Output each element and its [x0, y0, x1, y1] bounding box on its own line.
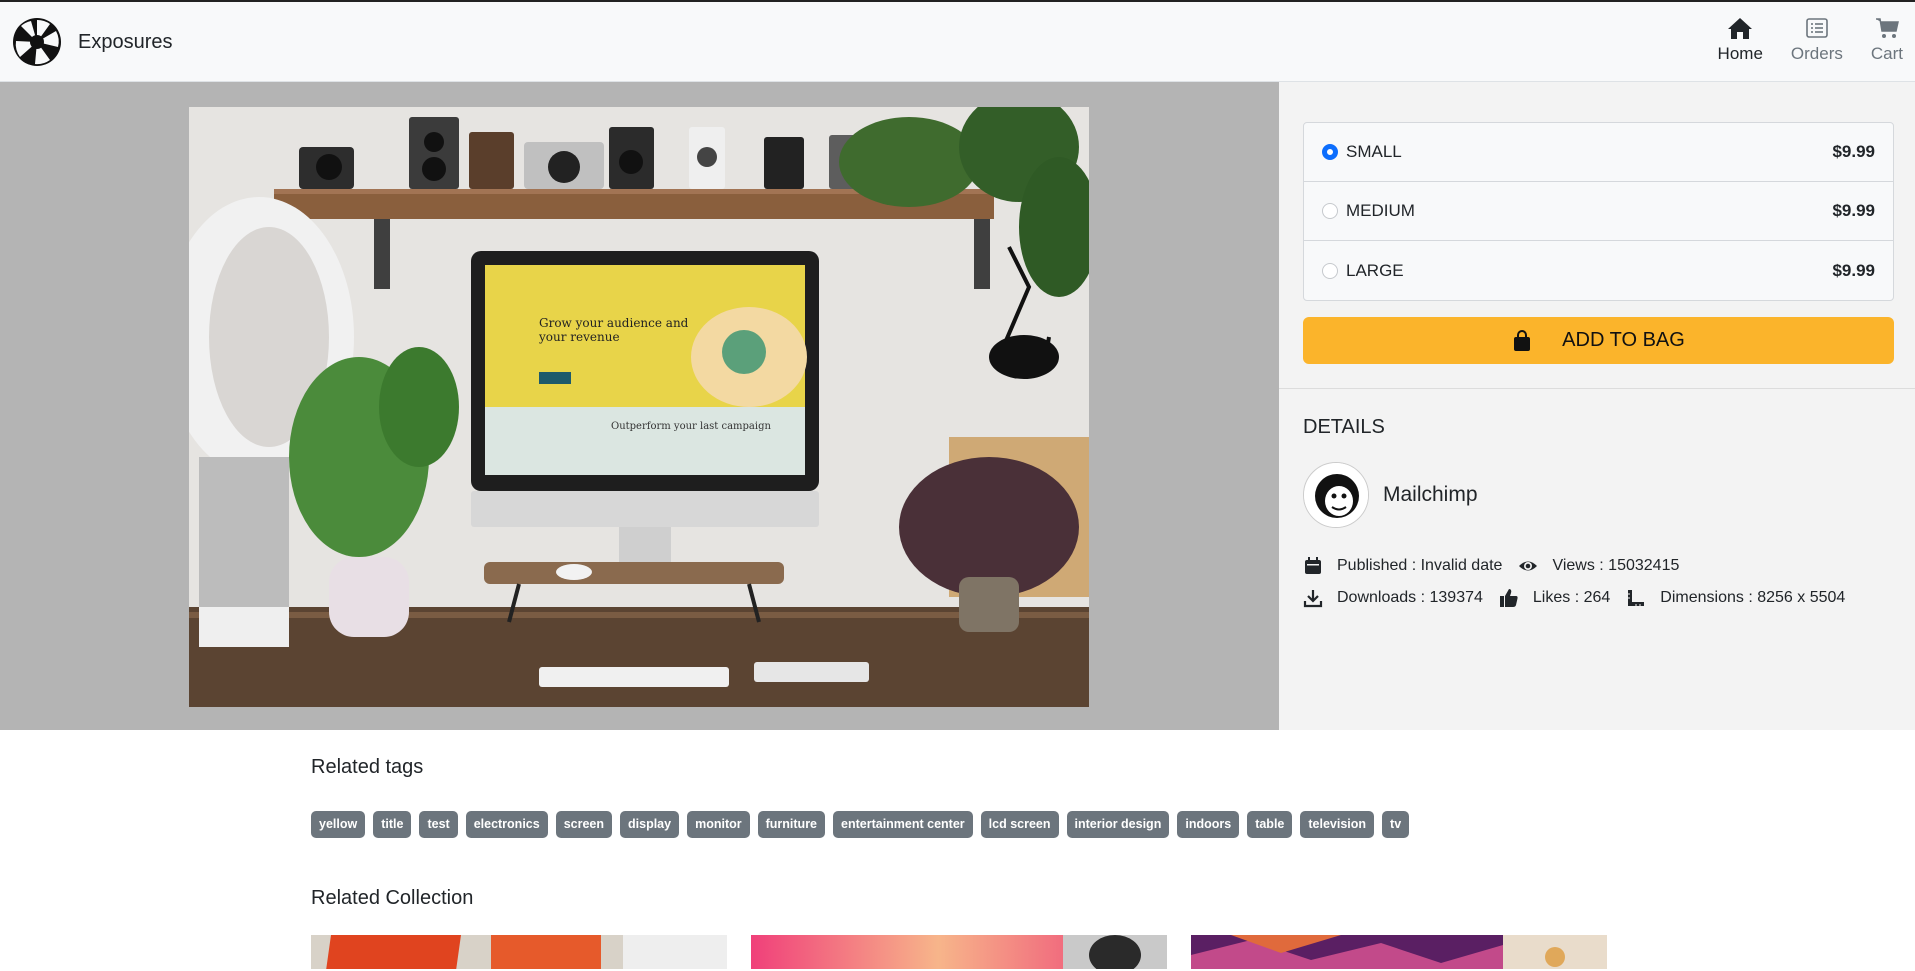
calendar-icon [1305, 557, 1321, 574]
tag-monitor[interactable]: monitor [687, 811, 750, 838]
shopping-bag-icon [1514, 329, 1531, 351]
published-date: Published : Invalid date [1337, 557, 1503, 574]
tag-tv[interactable]: tv [1382, 811, 1410, 838]
aperture-logo-icon [13, 18, 61, 66]
tag-test[interactable]: test [419, 811, 458, 838]
divider [1279, 388, 1915, 389]
tag-furniture[interactable]: furniture [757, 811, 826, 838]
collection-card[interactable] [1191, 935, 1607, 969]
avatar [1303, 462, 1369, 528]
nav-home-label: Home [1717, 44, 1763, 63]
related-tags-list: yellow title test electronics screen dis… [311, 811, 1417, 838]
collection-card[interactable] [751, 935, 1167, 969]
details-title: DETAILS [1303, 416, 1385, 438]
eye-icon [1519, 561, 1538, 571]
tag-yellow[interactable]: yellow [311, 811, 366, 838]
tag-indoors[interactable]: indoors [1177, 811, 1240, 838]
collection-card[interactable] [311, 935, 727, 969]
size-options: SMALL $9.99 MEDIUM $9.99 LARGE $9.99 [1303, 122, 1894, 301]
size-label: SMALL [1346, 142, 1402, 161]
cart-icon [1875, 18, 1899, 38]
author-name: Mailchimp [1383, 483, 1478, 506]
dimensions: Dimensions : 8256 x 5504 [1660, 589, 1846, 606]
downloads-count: Downloads : 139374 [1337, 589, 1483, 606]
tag-screen[interactable]: screen [555, 811, 613, 838]
brand[interactable]: Exposures [12, 17, 173, 67]
nav-orders[interactable]: Orders [1791, 16, 1843, 64]
size-label: LARGE [1346, 260, 1404, 280]
purchase-panel: SMALL $9.99 MEDIUM $9.99 LARGE $9.99 ADD… [1279, 82, 1915, 730]
size-price: $9.99 [1832, 260, 1875, 280]
tag-display[interactable]: display [620, 811, 680, 838]
size-label: MEDIUM [1346, 201, 1415, 220]
ruler-icon [1628, 590, 1645, 606]
tag-title[interactable]: title [373, 811, 412, 838]
tag-interior-design[interactable]: interior design [1066, 811, 1170, 838]
size-option-large[interactable]: LARGE $9.99 [1304, 241, 1893, 300]
tag-entertainment-center[interactable]: entertainment center [833, 811, 973, 838]
add-to-bag-label: ADD TO BAG [1562, 329, 1685, 351]
thumbs-up-icon [1499, 589, 1518, 607]
tag-television[interactable]: television [1300, 811, 1375, 838]
monitor-subhead: Outperform your last campaign [611, 421, 771, 432]
add-to-bag-button[interactable]: ADD TO BAG [1303, 317, 1894, 364]
main-nav: Home Orders Cart [1690, 16, 1903, 64]
related-collection-title: Related Collection [311, 887, 474, 909]
list-icon [1806, 18, 1828, 38]
navbar: Exposures Home Orders Cart [0, 0, 1915, 82]
tag-table[interactable]: table [1247, 811, 1293, 838]
home-icon [1728, 18, 1753, 39]
monitor-headline: Grow your audience and [539, 316, 689, 330]
monitor-headline-2: your revenue [538, 330, 620, 344]
related-tags-title: Related tags [311, 756, 424, 778]
download-icon [1303, 590, 1323, 608]
size-radio-small[interactable] [1322, 144, 1338, 160]
nav-home[interactable]: Home [1718, 16, 1763, 64]
author[interactable]: Mailchimp [1303, 462, 1478, 528]
photo-stage: Grow your audience and your revenue Outp… [0, 82, 1279, 730]
size-option-small[interactable]: SMALL $9.99 [1304, 123, 1893, 182]
likes-count: Likes : 264 [1532, 589, 1611, 606]
tag-lcd-screen[interactable]: lcd screen [980, 811, 1059, 838]
photo-stats: Published : Invalid date Views : 1503241… [1303, 550, 1861, 614]
nav-orders-label: Orders [1790, 44, 1843, 63]
tag-electronics[interactable]: electronics [465, 811, 548, 838]
size-radio-medium[interactable] [1322, 203, 1338, 219]
product-photo: Grow your audience and your revenue Outp… [189, 107, 1089, 707]
size-radio-large[interactable] [1322, 262, 1338, 279]
size-price: $9.99 [1832, 201, 1875, 220]
views-count: Views : 15032415 [1552, 557, 1680, 574]
size-price: $9.99 [1832, 142, 1875, 161]
brand-name: Exposures [78, 30, 173, 53]
nav-cart-label: Cart [1870, 44, 1903, 63]
nav-cart[interactable]: Cart [1871, 16, 1903, 64]
size-option-medium[interactable]: MEDIUM $9.99 [1304, 182, 1893, 241]
